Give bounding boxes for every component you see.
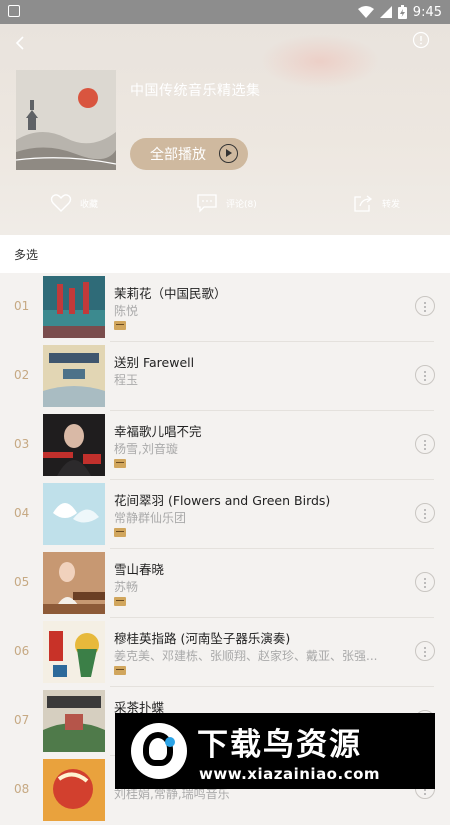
more-options-icon[interactable] (415, 434, 435, 454)
song-cover (43, 483, 105, 545)
quality-badge-icon (114, 528, 126, 537)
song-title: 花间翠羽 (Flowers and Green Birds) (114, 493, 331, 508)
share-label: 转发 (382, 199, 401, 210)
song-artist: 陈悦 (114, 304, 139, 318)
battery-icon (397, 5, 407, 19)
song-cover (43, 276, 105, 338)
comment-icon (197, 194, 217, 213)
more-options-icon[interactable] (415, 503, 435, 523)
song-artist: 苏畅 (114, 580, 139, 594)
song-title: 茉莉花（中国民歌） (114, 286, 227, 301)
song-artist: 杨雪,刘音璇 (114, 442, 178, 456)
playlist-header: 中国传统音乐精选集 全部播放 收藏 评论(8) 转发 (0, 24, 450, 235)
song-cover (43, 690, 105, 752)
status-bar: 9:45 (0, 0, 450, 24)
back-icon[interactable] (12, 34, 30, 52)
more-options-icon[interactable] (415, 641, 435, 661)
more-options-icon[interactable] (415, 365, 435, 385)
quality-badge-icon (114, 321, 126, 330)
song-row[interactable]: 02 送别 Farewell 程玉 (0, 342, 450, 411)
song-artist: 姜克美、邓建栋、张顺翔、赵家珍、戴亚、张强... (114, 649, 378, 663)
song-artist: 常静群仙乐团 (114, 511, 187, 525)
song-index: 02 (14, 368, 30, 382)
song-artist: 程玉 (114, 373, 139, 387)
play-icon (219, 144, 238, 163)
song-index: 07 (14, 713, 30, 727)
quality-badge-icon (114, 459, 126, 468)
favorite-button[interactable]: 收藏 (50, 190, 98, 216)
playlist-cover (16, 70, 116, 170)
playlist-actions: 收藏 评论(8) 转发 (0, 190, 450, 216)
quality-badge-icon (114, 597, 126, 606)
watermark-url: www.xiazainiao.com (199, 765, 381, 783)
play-all-label: 全部播放 (150, 147, 206, 163)
song-index: 05 (14, 575, 30, 589)
share-button[interactable]: 转发 (352, 190, 400, 216)
song-row[interactable]: 05 雪山春晓 苏畅 (0, 549, 450, 618)
quality-badge-icon (114, 666, 126, 675)
song-cover (43, 759, 105, 821)
wifi-icon (357, 6, 374, 18)
song-title: 穆桂英指路 (河南坠子器乐演奏) (114, 631, 291, 646)
comments-label: 评论(8) (226, 199, 257, 210)
multi-select-bar[interactable]: 多选 (0, 235, 450, 273)
notification-icon (8, 5, 20, 17)
song-row[interactable]: 03 幸福歌儿唱不完 杨雪,刘音璇 (0, 411, 450, 480)
play-all-button[interactable]: 全部播放 (130, 138, 248, 170)
song-index: 03 (14, 437, 30, 451)
more-options-icon[interactable] (415, 572, 435, 592)
song-cover (43, 345, 105, 407)
watermark-banner: 下载鸟资源 www.xiazainiao.com (115, 713, 435, 789)
song-cover (43, 414, 105, 476)
song-index: 01 (14, 299, 30, 313)
song-title: 雪山春晓 (114, 562, 165, 577)
info-icon[interactable] (412, 31, 430, 49)
song-cover (43, 552, 105, 614)
song-cover (43, 621, 105, 683)
status-time: 9:45 (412, 4, 442, 20)
song-row[interactable]: 01 茉莉花（中国民歌） 陈悦 (0, 273, 450, 342)
heart-icon (50, 194, 72, 212)
song-index: 04 (14, 506, 30, 520)
song-index: 06 (14, 644, 30, 658)
bird-logo-icon (131, 723, 187, 779)
more-options-icon[interactable] (415, 296, 435, 316)
favorite-label: 收藏 (80, 199, 99, 210)
watermark-title: 下载鸟资源 (197, 727, 362, 763)
signal-icon (379, 6, 392, 18)
song-title: 送别 Farewell (114, 355, 195, 370)
song-row[interactable]: 06 穆桂英指路 (河南坠子器乐演奏) 姜克美、邓建栋、张顺翔、赵家珍、戴亚、张… (0, 618, 450, 687)
song-row[interactable]: 04 花间翠羽 (Flowers and Green Birds) 常静群仙乐团 (0, 480, 450, 549)
multi-select-label: 多选 (14, 247, 39, 262)
comments-button[interactable]: 评论(8) (196, 190, 257, 216)
song-title: 幸福歌儿唱不完 (114, 424, 202, 439)
playlist-title: 中国传统音乐精选集 (130, 83, 261, 99)
song-index: 08 (14, 782, 30, 796)
share-icon (354, 195, 373, 212)
